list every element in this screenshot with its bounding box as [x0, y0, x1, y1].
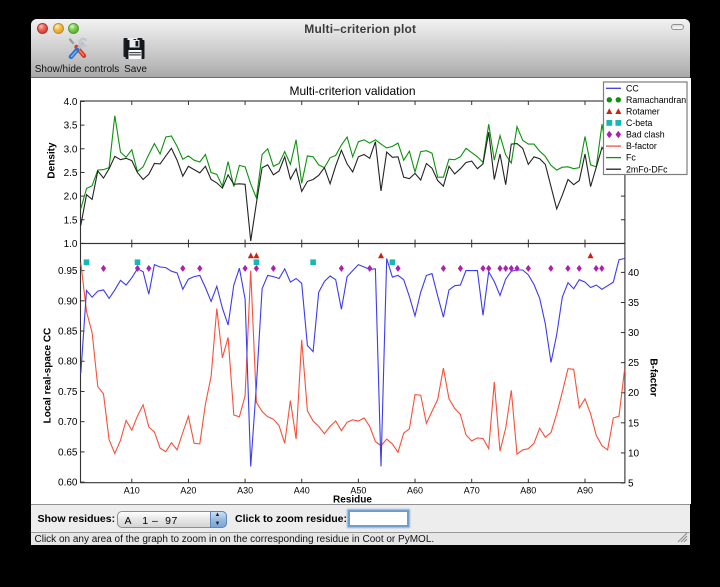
svg-text:A40: A40 [293, 485, 309, 495]
svg-text:15: 15 [628, 418, 640, 429]
svg-text:0.80: 0.80 [58, 356, 78, 367]
svg-text:2.5: 2.5 [63, 168, 77, 179]
svg-text:40: 40 [628, 267, 640, 278]
svg-text:A20: A20 [180, 485, 196, 495]
svg-text:4.0: 4.0 [63, 97, 77, 108]
svg-text:1.5: 1.5 [63, 215, 77, 226]
svg-text:Multi-criterion validation: Multi-criterion validation [289, 84, 415, 98]
svg-text:Bad clash: Bad clash [626, 129, 665, 139]
svg-text:Residue: Residue [333, 494, 372, 504]
svg-text:A70: A70 [463, 485, 479, 495]
svg-text:2.0: 2.0 [63, 191, 77, 202]
svg-text:20: 20 [628, 388, 640, 399]
svg-text:CC: CC [626, 83, 639, 93]
svg-text:3.5: 3.5 [63, 120, 77, 131]
svg-text:A30: A30 [237, 485, 253, 495]
svg-text:C-beta: C-beta [626, 118, 653, 128]
svg-text:B-factor: B-factor [626, 141, 657, 151]
svg-text:0.85: 0.85 [58, 326, 78, 337]
svg-text:0.60: 0.60 [58, 477, 78, 488]
svg-text:Fc: Fc [626, 152, 636, 162]
svg-text:25: 25 [628, 358, 640, 369]
svg-text:30: 30 [628, 328, 640, 339]
svg-text:0.65: 0.65 [58, 447, 78, 458]
svg-text:1.0: 1.0 [63, 238, 77, 249]
svg-text:2mFo-DFc: 2mFo-DFc [626, 164, 668, 174]
svg-text:10: 10 [628, 448, 640, 459]
svg-text:B-factor: B-factor [647, 358, 658, 396]
svg-text:5: 5 [628, 478, 634, 489]
svg-text:0.75: 0.75 [58, 387, 78, 398]
svg-text:A80: A80 [520, 485, 536, 495]
svg-text:Local real-space CC: Local real-space CC [42, 327, 53, 423]
svg-text:A60: A60 [406, 485, 422, 495]
svg-text:Rotamer: Rotamer [626, 106, 660, 116]
svg-text:A90: A90 [576, 485, 592, 495]
svg-text:0.70: 0.70 [58, 417, 78, 428]
svg-text:Ramachandran: Ramachandran [626, 94, 686, 104]
svg-text:A10: A10 [123, 485, 139, 495]
svg-text:0.95: 0.95 [58, 266, 78, 277]
svg-text:35: 35 [628, 298, 640, 309]
svg-text:0.90: 0.90 [58, 296, 78, 307]
svg-text:3.0: 3.0 [63, 144, 77, 155]
svg-text:Density: Density [46, 142, 57, 179]
